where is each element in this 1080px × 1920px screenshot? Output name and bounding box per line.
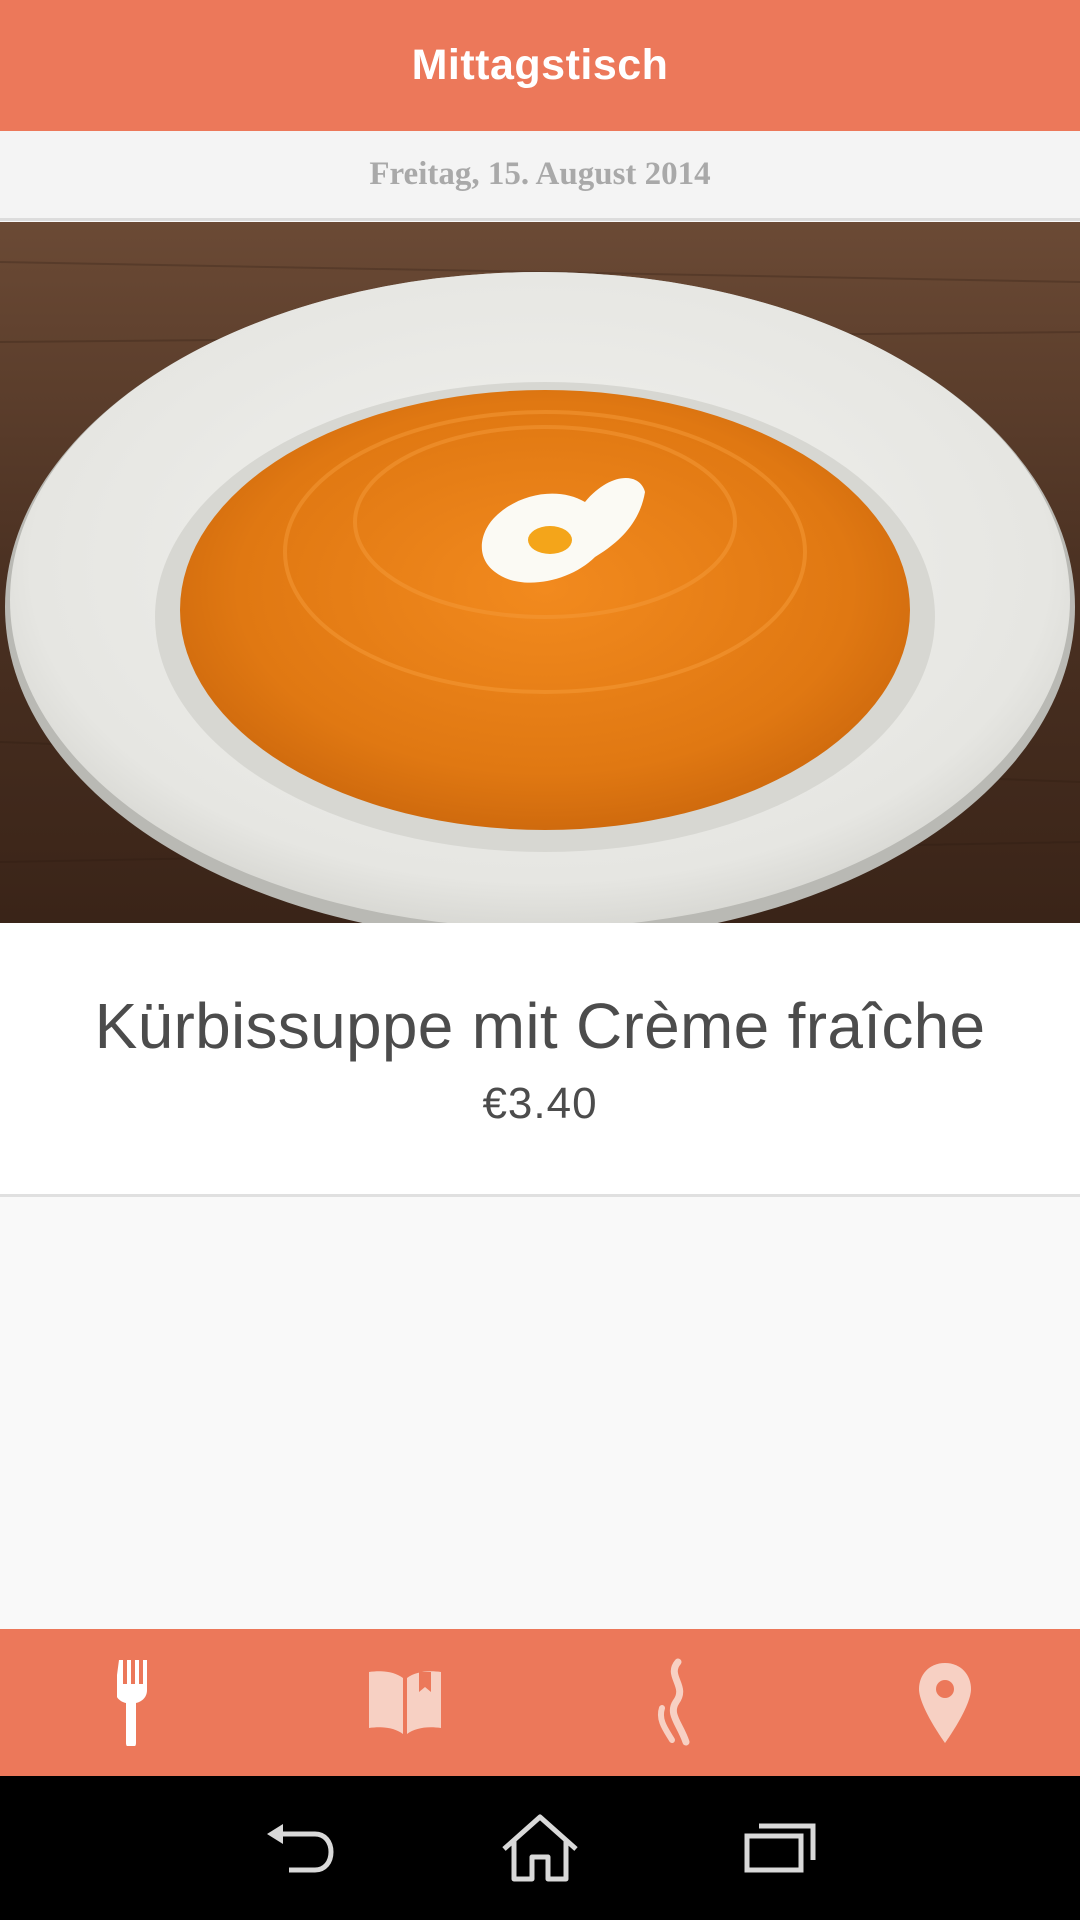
fork-icon [117,1659,147,1746]
home-button[interactable] [490,1798,590,1898]
tab-menu[interactable] [0,1629,270,1776]
date-label: Freitag, 15. August 2014 [369,156,711,192]
bottom-tab-bar [0,1629,1080,1776]
home-icon [502,1814,578,1882]
tab-book[interactable] [270,1629,540,1776]
dish-card[interactable]: Kürbissuppe mit Crème fraîche €3.40 [0,923,1080,1197]
app-bar: Mittagstisch [0,0,1080,131]
recent-apps-icon [744,1823,816,1873]
empty-content-area [0,1197,1080,1629]
book-icon [369,1670,441,1734]
dish-image [0,222,1080,923]
date-bar: Freitag, 15. August 2014 [0,131,1080,221]
app-title: Mittagstisch [411,41,669,89]
location-pin-icon [919,1662,971,1743]
dish-name: Kürbissuppe mit Crème fraîche [94,990,986,1062]
back-button[interactable] [250,1798,350,1898]
soup-photo [0,222,1080,923]
recent-apps-button[interactable] [730,1798,830,1898]
tab-hot[interactable] [540,1629,810,1776]
dish-price: €3.40 [482,1079,598,1128]
tab-location[interactable] [810,1629,1080,1776]
steam-icon [658,1658,690,1745]
system-nav-bar [0,1776,1080,1920]
back-icon [267,1824,334,1873]
